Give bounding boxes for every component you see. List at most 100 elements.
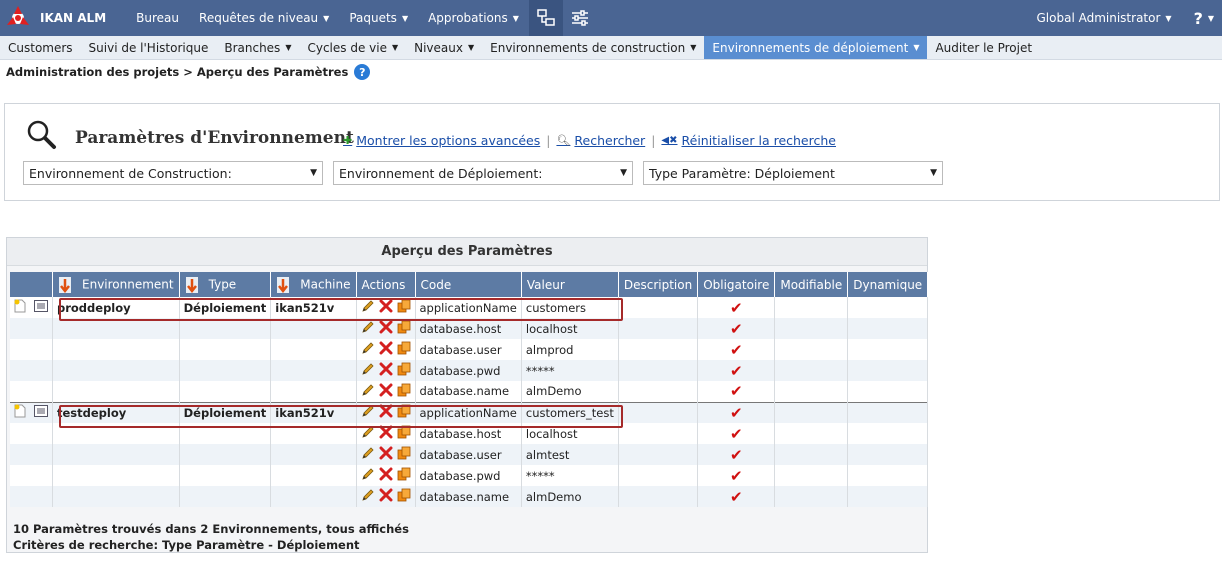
table-row: database.host localhost ✔ [10,318,929,339]
subnav-customers[interactable]: Customers [0,36,81,59]
parameter-type-select[interactable]: Type Paramètre: Déploiement ▼ [643,161,943,185]
cell-machine: ikan521v [270,297,357,318]
dropdown-arrow-icon: ▼ [310,168,317,178]
subnav-label: Environnements de construction [490,40,686,55]
copy-icon[interactable] [397,425,411,439]
details-icon[interactable] [34,300,48,315]
checkmark-icon: ✔ [729,487,743,506]
cell-environnement [52,444,180,465]
cell-valeur: almDemo [521,486,619,507]
topnav-paquets[interactable]: Paquets ▼ [339,0,418,36]
cell-machine [270,423,357,444]
subnav-label: Auditer le Projet [935,40,1033,55]
subnav-branches[interactable]: Branches ▼ [216,36,299,59]
delete-x-icon[interactable] [379,425,393,439]
cell-actions [356,339,416,360]
help-icon[interactable]: ? [354,64,371,80]
cell-type [179,486,272,507]
topnav-requetes-de-niveau[interactable]: Requêtes de niveau ▼ [189,0,339,36]
separator: | [651,133,656,148]
link-label: Montrer les options avancées [356,133,541,148]
topnav-label: Approbations [428,11,508,25]
help-menu[interactable]: ? ▼ [1186,9,1222,28]
delete-x-icon[interactable] [379,320,393,334]
cell-environnement [52,381,180,402]
header-environnement[interactable]: Environnement [52,272,180,297]
cell-environnement [52,423,180,444]
edit-pencil-icon[interactable] [361,404,375,418]
brand-name[interactable]: IKAN ALM [40,11,106,25]
copy-icon[interactable] [397,320,411,334]
copy-icon[interactable] [397,299,411,313]
subnav-env-deploiement[interactable]: Environnements de déploiement ▼ [704,36,928,59]
subnav-cycles-de-vie[interactable]: Cycles de vie ▼ [299,36,406,59]
copy-icon[interactable] [397,488,411,502]
delete-x-icon[interactable] [379,467,393,481]
subnav-suivi-historique[interactable]: Suivi de l'Historique [81,36,217,59]
copy-icon[interactable] [397,341,411,355]
checkmark-icon: ✔ [729,361,743,380]
edit-pencil-icon[interactable] [361,362,375,376]
details-icon[interactable] [34,405,48,420]
cell-obligatoire: ✔ [697,381,776,402]
reset-search-link[interactable]: ◀✖ Réinitialiser la recherche [661,133,836,148]
copy-icon[interactable] [397,362,411,376]
edit-pencil-icon[interactable] [361,425,375,439]
cell-environnement[interactable]: proddeploy [52,297,180,318]
cell-obligatoire: ✔ [697,444,776,465]
edit-pencil-icon[interactable] [361,320,375,334]
project-structure-icon[interactable] [528,0,563,36]
search-icon [25,118,57,153]
edit-pencil-icon[interactable] [361,446,375,460]
edit-pencil-icon[interactable] [361,467,375,481]
cell-dynamique [847,444,929,465]
deploy-environment-select[interactable]: Environnement de Déploiement: ▼ [333,161,633,185]
header-type[interactable]: Type [179,272,272,297]
caret-down-icon: ▼ [285,43,292,52]
cell-code: database.host [415,423,522,444]
edit-pencil-icon[interactable] [361,488,375,502]
breadcrumb: Administration des projets > Aperçu des … [6,64,371,80]
topnav-label: Bureau [136,11,180,25]
cell-environnement[interactable]: testdeploy [52,401,180,423]
table-row: database.name almDemo ✔ [10,486,929,507]
row-icons-cell [10,486,53,507]
delete-x-icon[interactable] [379,383,393,397]
delete-x-icon[interactable] [379,362,393,376]
user-menu[interactable]: Global Administrator ▼ [1023,11,1186,25]
new-item-icon[interactable] [14,404,26,421]
cell-environnement [52,360,180,381]
copy-icon[interactable] [397,467,411,481]
cell-code: database.name [415,381,522,402]
copy-icon[interactable] [397,383,411,397]
topnav-approbations[interactable]: Approbations ▼ [418,0,529,36]
cell-description [618,486,699,507]
subnav-env-construction[interactable]: Environnements de construction ▼ [482,36,704,59]
delete-x-icon[interactable] [379,488,393,502]
cell-description [618,444,699,465]
search-link[interactable]: 🔍︎ Rechercher [556,133,645,148]
caret-down-icon: ▼ [1207,13,1214,23]
cell-code: database.user [415,339,522,360]
edit-pencil-icon[interactable] [361,341,375,355]
delete-x-icon[interactable] [379,299,393,313]
build-environment-select[interactable]: Environnement de Construction: ▼ [23,161,323,185]
header-machine[interactable]: Machine [270,272,357,297]
cell-type [179,381,272,402]
copy-icon[interactable] [397,446,411,460]
subnav-auditer-projet[interactable]: Auditer le Projet [927,36,1040,59]
delete-x-icon[interactable] [379,341,393,355]
subnav-niveaux[interactable]: Niveaux ▼ [406,36,482,59]
delete-x-icon[interactable] [379,404,393,418]
copy-icon[interactable] [397,404,411,418]
cell-type [179,444,272,465]
delete-x-icon[interactable] [379,446,393,460]
edit-pencil-icon[interactable] [361,299,375,313]
new-item-icon[interactable] [14,299,26,316]
header-label: Environnement [82,277,174,291]
edit-pencil-icon[interactable] [361,383,375,397]
show-advanced-options-link[interactable]: ✚ Montrer les options avancées [343,133,540,148]
settings-sliders-icon[interactable] [563,0,597,36]
topnav-bureau[interactable]: Bureau [126,0,189,36]
ikan-logo-icon[interactable] [0,0,36,36]
